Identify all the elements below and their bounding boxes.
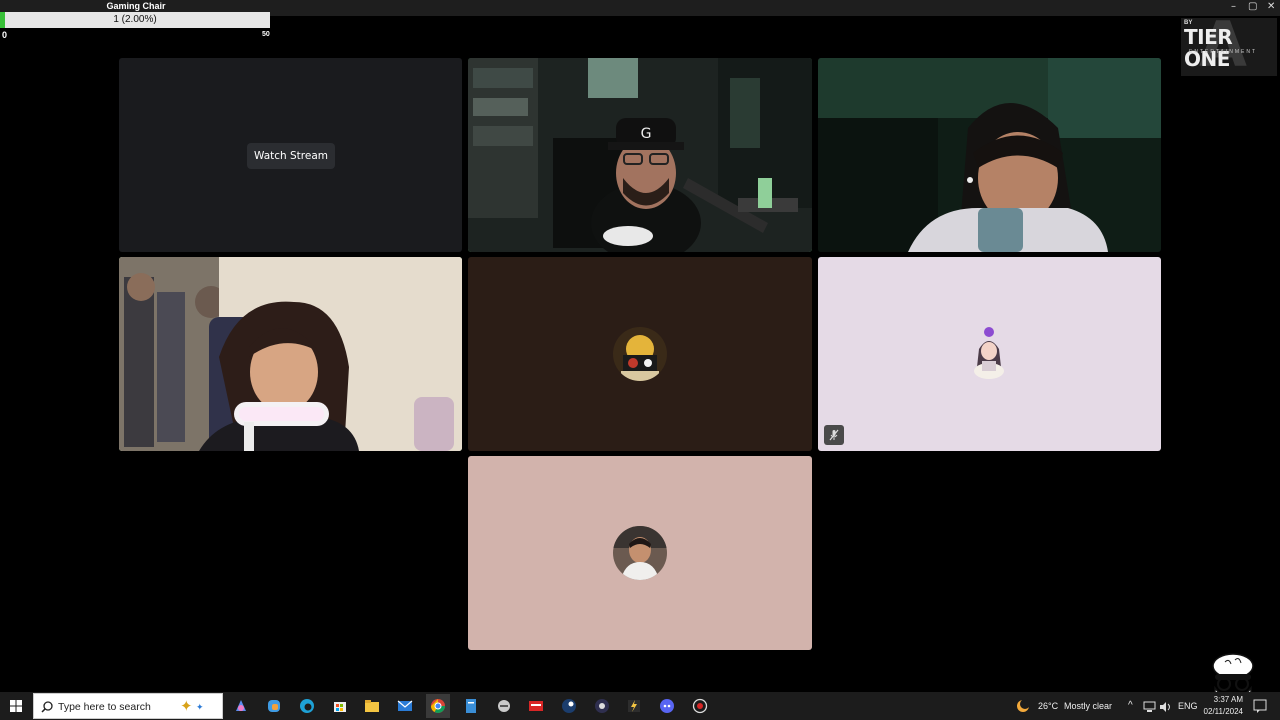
maximize-button[interactable]: ▢ [1248, 1, 1257, 13]
taskbar-store-icon[interactable] [328, 694, 352, 718]
taskbar-notes-icon[interactable] [459, 694, 483, 718]
close-button[interactable]: ✕ [1267, 1, 1275, 13]
search-highlight-icon: ✦ [180, 698, 193, 715]
goal-widget: Gaming Chair 1 (2.00%) 0 50 [0, 0, 272, 40]
taskbar-discord-icon[interactable] [655, 694, 679, 718]
participant-avatar [613, 526, 667, 580]
goal-min: 0 [2, 30, 8, 40]
goal-progress-bar: 1 (2.00%) [0, 12, 270, 28]
taskbar-search-box[interactable]: Type here to search ✦ ✦ [33, 693, 223, 719]
participant-avatar [613, 327, 667, 381]
video-tile-participant-3[interactable] [818, 58, 1161, 252]
clock-date: 02/11/2024 [1203, 707, 1243, 716]
clock[interactable]: 3:37 AM 02/11/2024 [1203, 694, 1243, 718]
volume-icon[interactable] [1159, 700, 1172, 718]
search-icon [41, 701, 53, 713]
goal-progress-text: 1 (2.00%) [113, 14, 157, 25]
network-icon[interactable] [1143, 700, 1156, 718]
goal-max: 50 [262, 31, 270, 38]
weather-temperature[interactable]: 26°C [1038, 692, 1058, 720]
watch-stream-button[interactable]: Watch Stream [247, 143, 335, 169]
taskbar-recorder-icon[interactable] [688, 694, 712, 718]
windows-logo-icon [10, 700, 22, 712]
muted-mic-icon [824, 425, 844, 445]
taskbar-file-explorer-icon[interactable] [360, 694, 384, 718]
logo-main: TIER ONE [1184, 25, 1233, 71]
logo-sub: ENTERTAINMENT [1189, 49, 1258, 55]
video-tile-participant-4[interactable] [119, 257, 462, 451]
avatar-tile-participant-5[interactable] [468, 257, 812, 451]
clock-time: 3:37 AM [1213, 695, 1243, 704]
tier-one-logo: A BY TIER ONE ENTERTAINMENT [1181, 18, 1277, 76]
weather-condition[interactable]: Mostly clear [1064, 692, 1112, 720]
participant-video: G [468, 58, 812, 252]
taskbar-obs-icon[interactable] [590, 694, 614, 718]
windows-taskbar: Type here to search ✦ ✦ 26°C Mostly clea… [0, 692, 1280, 720]
taskbar-copilot-icon[interactable] [229, 694, 253, 718]
taskbar-app-lightning-icon[interactable] [622, 694, 646, 718]
search-placeholder: Type here to search [58, 701, 151, 713]
notification-center-icon[interactable] [1253, 699, 1267, 718]
participant-avatar [962, 327, 1016, 381]
minimize-button[interactable]: – [1231, 1, 1236, 13]
goal-title: Gaming Chair [106, 1, 166, 11]
language-indicator[interactable]: ENG [1178, 692, 1198, 720]
taskbar-steam-icon[interactable] [557, 694, 581, 718]
avatar-tile-participant-7[interactable] [468, 456, 812, 650]
taskbar-copilot-alt-icon[interactable] [262, 694, 286, 718]
windows-start-button[interactable] [0, 692, 32, 720]
taskbar-mail-icon[interactable] [393, 694, 417, 718]
video-tile-participant-2[interactable]: G [468, 58, 812, 252]
weather-moon-icon [1016, 699, 1030, 718]
stream-tile[interactable]: Watch Stream [119, 58, 462, 252]
participant-video [818, 58, 1161, 252]
screen: – ▢ ✕ Gaming Chair 1 (2.00%) 0 50 A BY T… [0, 0, 1280, 720]
taskbar-edge-icon[interactable] [295, 694, 319, 718]
taskbar-chrome-icon[interactable] [426, 694, 450, 718]
search-highlight-sparkle-icon: ✦ [196, 702, 204, 712]
show-hidden-icons-chevron-up-icon[interactable]: ^ [1128, 692, 1133, 720]
avatar-tile-participant-6[interactable] [818, 257, 1161, 451]
taskbar-video-editor-icon[interactable] [524, 694, 548, 718]
participant-video [119, 257, 462, 451]
svg-text:G: G [641, 126, 652, 142]
taskbar-app-icon[interactable] [492, 694, 516, 718]
